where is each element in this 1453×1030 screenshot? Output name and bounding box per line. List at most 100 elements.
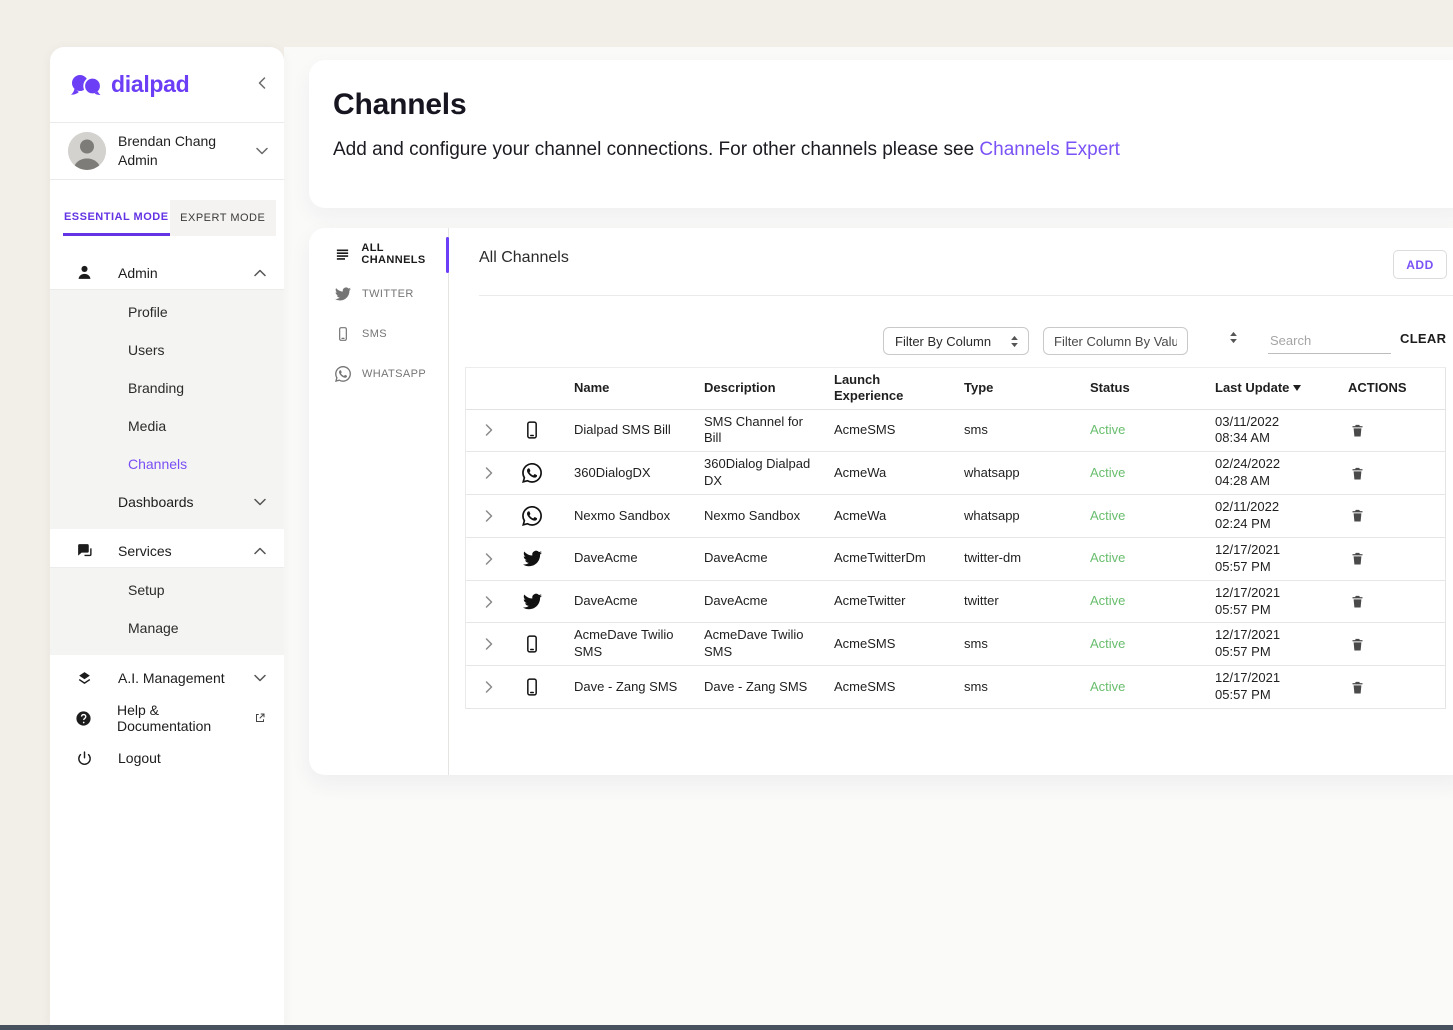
delete-channel-button[interactable] bbox=[1348, 465, 1445, 482]
sidebar-item-setup[interactable]: Setup bbox=[50, 571, 284, 609]
filter-by-column-value: Filter By Column bbox=[895, 334, 991, 349]
tab-expert-mode[interactable]: EXPERT MODE bbox=[170, 200, 277, 236]
admin-submenu: Profile Users Branding Media Channels Da… bbox=[50, 290, 284, 529]
sort-descending-icon bbox=[1293, 385, 1301, 391]
nav-logout[interactable]: Logout bbox=[50, 741, 284, 775]
sort-by-last-update[interactable]: Last Update bbox=[1215, 380, 1301, 396]
sms-phone-icon bbox=[334, 326, 351, 342]
sidebar-item-media[interactable]: Media bbox=[50, 407, 284, 445]
tab-essential-mode[interactable]: ESSENTIAL MODE bbox=[63, 200, 170, 236]
chevron-up-icon bbox=[254, 547, 266, 555]
table-row: Dave - Zang SMS Dave - Zang SMS AcmeSMS … bbox=[466, 666, 1445, 709]
chevron-right-icon bbox=[485, 638, 493, 650]
filter-value-input[interactable] bbox=[1043, 327, 1188, 355]
row-expand-button[interactable] bbox=[466, 638, 512, 650]
delete-channel-button[interactable] bbox=[1348, 679, 1445, 696]
search-input[interactable] bbox=[1268, 328, 1391, 354]
cell-type: sms bbox=[964, 675, 1090, 700]
nav-help-documentation[interactable]: Help & Documentation bbox=[50, 701, 284, 735]
status-badge: Active bbox=[1090, 632, 1215, 657]
delete-channel-button[interactable] bbox=[1348, 593, 1445, 610]
delete-channel-button[interactable] bbox=[1348, 550, 1445, 567]
nav-section-label: Admin bbox=[118, 265, 158, 281]
sidebar-item-dashboards[interactable]: Dashboards bbox=[50, 483, 284, 521]
channel-nav-label: WHATSAPP bbox=[362, 368, 426, 380]
status-badge: Active bbox=[1090, 418, 1215, 443]
avatar bbox=[68, 132, 106, 170]
cell-launch-experience: AcmeSMS bbox=[834, 675, 964, 700]
cell-launch-experience: AcmeSMS bbox=[834, 632, 964, 657]
channels-table: Name Description Launch Experience Type … bbox=[465, 367, 1446, 709]
chevron-down-icon bbox=[254, 674, 266, 682]
dialpad-logo-icon bbox=[70, 74, 104, 95]
chat-icon bbox=[75, 542, 93, 559]
nav-section-ai-management[interactable]: A.I. Management bbox=[50, 661, 284, 695]
row-expand-button[interactable] bbox=[466, 681, 512, 693]
header-expander-spacer bbox=[466, 384, 512, 392]
nav-section-label: A.I. Management bbox=[118, 670, 225, 686]
sidebar-collapse-button[interactable] bbox=[258, 76, 266, 94]
trash-icon bbox=[1350, 679, 1365, 696]
header-icon-spacer bbox=[512, 384, 574, 392]
power-icon bbox=[75, 750, 93, 767]
status-badge: Active bbox=[1090, 504, 1215, 529]
list-icon bbox=[334, 247, 350, 262]
sidebar-item-manage[interactable]: Manage bbox=[50, 609, 284, 647]
user-menu[interactable]: Brendan Chang Admin bbox=[50, 123, 284, 179]
chevron-right-icon bbox=[485, 596, 493, 608]
cell-description: Dave - Zang SMS bbox=[704, 675, 834, 700]
channels-expert-link[interactable]: Channels Expert bbox=[979, 139, 1119, 160]
channel-type-nav: ALL CHANNELS TWITTER SMS WHATSAPP bbox=[309, 228, 448, 775]
divider bbox=[50, 179, 284, 180]
channel-nav-all-channels[interactable]: ALL CHANNELS bbox=[309, 234, 448, 274]
layers-icon bbox=[75, 670, 93, 687]
page-header: Channels Add and configure your channel … bbox=[309, 60, 1453, 208]
sort-toggle-icon[interactable] bbox=[1229, 331, 1238, 344]
nav-section-admin[interactable]: Admin bbox=[50, 256, 284, 290]
table-row: DaveAcme DaveAcme AcmeTwitterDm twitter-… bbox=[466, 538, 1445, 581]
delete-channel-button[interactable] bbox=[1348, 507, 1445, 524]
sidebar-item-channels[interactable]: Channels bbox=[50, 445, 284, 483]
twitter-icon bbox=[512, 592, 574, 611]
help-icon bbox=[75, 710, 92, 727]
row-expand-button[interactable] bbox=[466, 424, 512, 436]
cell-type: whatsapp bbox=[964, 504, 1090, 529]
delete-channel-button[interactable] bbox=[1348, 422, 1445, 439]
delete-channel-button[interactable] bbox=[1348, 636, 1445, 653]
cell-description: AcmeDave Twilio SMS bbox=[704, 623, 834, 665]
cell-last-update: 03/11/2022 08:34 AM bbox=[1215, 410, 1327, 452]
channel-nav-twitter[interactable]: TWITTER bbox=[309, 274, 448, 314]
channel-nav-whatsapp[interactable]: WHATSAPP bbox=[309, 354, 448, 394]
clear-button[interactable]: CLEAR bbox=[1400, 331, 1446, 346]
person-icon bbox=[75, 264, 93, 281]
column-header-last-update: Last Update bbox=[1215, 376, 1348, 400]
table-row: Nexmo Sandbox Nexmo Sandbox AcmeWa whats… bbox=[466, 495, 1445, 538]
row-expand-button[interactable] bbox=[466, 467, 512, 479]
user-meta: Brendan Chang Admin bbox=[118, 132, 216, 170]
sidebar-item-profile[interactable]: Profile bbox=[50, 293, 284, 331]
nav-section-services[interactable]: Services bbox=[50, 534, 284, 568]
row-expand-button[interactable] bbox=[466, 510, 512, 522]
channel-nav-sms[interactable]: SMS bbox=[309, 314, 448, 354]
column-header-description: Description bbox=[704, 376, 834, 400]
row-expand-button[interactable] bbox=[466, 596, 512, 608]
cell-name: 360DialogDX bbox=[574, 461, 704, 486]
row-expand-button[interactable] bbox=[466, 553, 512, 565]
divider bbox=[479, 295, 1453, 296]
whatsapp-icon bbox=[512, 506, 574, 526]
sms-phone-icon bbox=[512, 634, 574, 654]
page-subtitle: Add and configure your channel connectio… bbox=[333, 139, 1453, 161]
status-badge: Active bbox=[1090, 675, 1215, 700]
external-link-icon bbox=[254, 712, 266, 724]
sidebar-item-branding[interactable]: Branding bbox=[50, 369, 284, 407]
sidebar-item-users[interactable]: Users bbox=[50, 331, 284, 369]
logo-wordmark: dialpad bbox=[111, 71, 189, 98]
chevron-right-icon bbox=[485, 553, 493, 565]
trash-icon bbox=[1350, 422, 1365, 439]
table-header-row: Name Description Launch Experience Type … bbox=[466, 368, 1445, 410]
select-arrows-icon bbox=[1010, 335, 1019, 348]
filter-by-column-select[interactable]: Filter By Column bbox=[883, 327, 1029, 355]
cell-description: SMS Channel for Bill bbox=[704, 410, 834, 452]
cell-last-update: 02/24/2022 04:28 AM bbox=[1215, 452, 1327, 494]
add-button[interactable]: ADD bbox=[1393, 250, 1447, 279]
